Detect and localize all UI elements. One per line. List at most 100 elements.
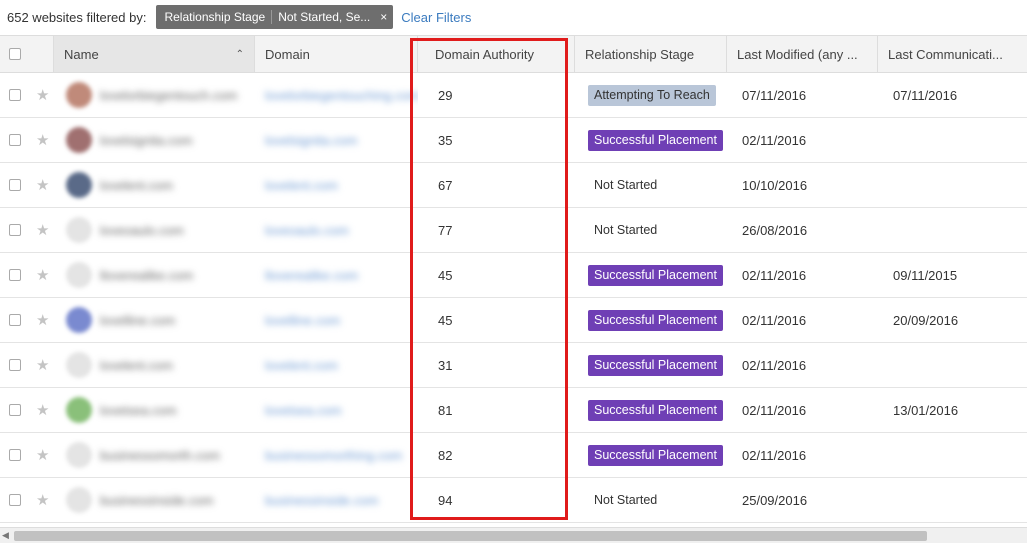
last-communication-value: 20/09/2016 <box>893 312 959 328</box>
column-header-last-modified[interactable]: Last Modified (any ... <box>727 36 878 72</box>
domain-link[interactable]: lovetsea.com <box>265 403 342 418</box>
relationship-stage-cell[interactable]: Not Started <box>575 208 727 252</box>
star-icon[interactable]: ★ <box>36 446 49 464</box>
select-all-checkbox[interactable] <box>9 48 21 60</box>
star-icon[interactable]: ★ <box>36 401 49 419</box>
last-modified-value: 02/11/2016 <box>742 132 807 148</box>
relationship-stage-cell[interactable]: Successful Placement <box>575 253 727 297</box>
website-name-cell[interactable]: lovetsea.com <box>54 388 255 432</box>
column-header-domain[interactable]: Domain <box>255 36 418 72</box>
column-header-name[interactable]: Name ⌃ <box>54 36 255 72</box>
table-row[interactable]: ★ loveoaulo.com loveoaulo.com 77 Not Sta… <box>0 208 1027 253</box>
table-row[interactable]: ★ lovelent.com lovelent.com 67 Not Start… <box>0 163 1027 208</box>
website-name-cell[interactable]: lovelsignita.com <box>54 118 255 162</box>
star-icon[interactable]: ★ <box>36 86 49 104</box>
scrollbar-thumb[interactable] <box>14 531 927 541</box>
domain-link[interactable]: lovelsignita.com <box>265 133 358 148</box>
star-icon[interactable]: ★ <box>36 311 49 329</box>
table-row[interactable]: ★ businessinside.com businessinside.com … <box>0 478 1027 523</box>
star-icon[interactable]: ★ <box>36 266 49 284</box>
domain-link[interactable]: businessomorthing.com <box>265 448 402 463</box>
table-row[interactable]: ★ lovelent.com lovelent.com 31 Successfu… <box>0 343 1027 388</box>
star-icon[interactable]: ★ <box>36 176 49 194</box>
last-communication-cell <box>878 478 1027 522</box>
table-row[interactable]: ★ businessomorth.com businessomorthing.c… <box>0 433 1027 478</box>
filter-chip-value: Not Started, Se... <box>278 10 371 24</box>
domain-link[interactable]: lovelent.com <box>265 178 338 193</box>
website-name-cell[interactable]: lloverealike.com <box>54 253 255 297</box>
website-name-cell[interactable]: lovelorbiegentouch.com <box>54 73 255 117</box>
row-checkbox[interactable] <box>9 314 21 326</box>
table-row[interactable]: ★ lovelline.com lovelline.com 45 Success… <box>0 298 1027 343</box>
row-checkbox[interactable] <box>9 359 21 371</box>
filter-chip-field: Relationship Stage <box>164 10 266 24</box>
column-header-relationship-stage[interactable]: Relationship Stage <box>575 36 727 72</box>
website-name-cell[interactable]: businessinside.com <box>54 478 255 522</box>
website-name: lovelent.com <box>100 357 173 373</box>
website-name-cell[interactable]: businessomorth.com <box>54 433 255 477</box>
relationship-stage-cell[interactable]: Attempting To Reach <box>575 73 727 117</box>
avatar <box>66 442 92 468</box>
last-modified-cell: 02/11/2016 <box>727 433 878 477</box>
close-icon[interactable]: × <box>380 10 387 24</box>
status-badge: Successful Placement <box>588 354 723 376</box>
row-checkbox[interactable] <box>9 269 21 281</box>
relationship-stage-cell[interactable]: Not Started <box>575 163 727 207</box>
website-name-cell[interactable]: lovelline.com <box>54 298 255 342</box>
column-label-relationship-stage: Relationship Stage <box>585 46 695 62</box>
column-header-domain-authority[interactable]: Domain Authority <box>418 36 575 72</box>
status-badge: Not Started <box>594 492 658 507</box>
website-name-cell[interactable]: lovelent.com <box>54 343 255 387</box>
relationship-stage-cell[interactable]: Successful Placement <box>575 388 727 432</box>
relationship-stage-cell[interactable]: Successful Placement <box>575 343 727 387</box>
star-icon[interactable]: ★ <box>36 356 49 374</box>
domain-link[interactable]: lovelorbiegentouching.com <box>265 88 418 103</box>
chip-divider <box>271 10 273 24</box>
horizontal-scrollbar[interactable]: ◀ <box>0 527 1027 543</box>
domain-link[interactable]: lloverealike.com <box>265 268 358 283</box>
domain-authority-cell: 82 <box>418 433 575 477</box>
website-name: lovelsignita.com <box>100 132 193 148</box>
table-row[interactable]: ★ lloverealike.com lloverealike.com 45 S… <box>0 253 1027 298</box>
column-label-last-modified: Last Modified (any ... <box>737 46 858 62</box>
domain-link[interactable]: lovelline.com <box>265 313 340 328</box>
row-checkbox[interactable] <box>9 449 21 461</box>
row-checkbox[interactable] <box>9 224 21 236</box>
domain-link[interactable]: loveoaulo.com <box>265 223 349 238</box>
column-label-domain: Domain <box>265 46 310 62</box>
last-modified-cell: 07/11/2016 <box>727 73 878 117</box>
scroll-left-icon[interactable]: ◀ <box>2 530 9 541</box>
relationship-stage-cell[interactable]: Successful Placement <box>575 298 727 342</box>
last-modified-value: 26/08/2016 <box>742 222 808 238</box>
column-header-last-communication[interactable]: Last Communicati... <box>878 36 1027 72</box>
last-modified-cell: 02/11/2016 <box>727 298 878 342</box>
clear-filters-link[interactable]: Clear Filters <box>401 10 471 25</box>
star-icon[interactable]: ★ <box>36 131 49 149</box>
row-checkbox[interactable] <box>9 89 21 101</box>
star-icon[interactable]: ★ <box>36 221 49 239</box>
row-select <box>0 253 30 297</box>
relationship-stage-cell[interactable]: Successful Placement <box>575 433 727 477</box>
row-checkbox[interactable] <box>9 179 21 191</box>
row-checkbox[interactable] <box>9 404 21 416</box>
row-checkbox[interactable] <box>9 134 21 146</box>
row-select <box>0 343 30 387</box>
domain-authority-value: 82 <box>438 447 453 463</box>
domain-link[interactable]: businessinside.com <box>265 493 378 508</box>
table-row[interactable]: ★ lovetsea.com lovetsea.com 81 Successfu… <box>0 388 1027 433</box>
table-row[interactable]: ★ lovelorbiegentouch.com lovelorbiegento… <box>0 73 1027 118</box>
website-name-cell[interactable]: lovelent.com <box>54 163 255 207</box>
star-icon[interactable]: ★ <box>36 491 49 509</box>
column-label-last-communication: Last Communicati... <box>888 46 1003 62</box>
row-checkbox[interactable] <box>9 494 21 506</box>
table-row[interactable]: ★ lovelsignita.com lovelsignita.com 35 S… <box>0 118 1027 163</box>
domain-link[interactable]: lovelent.com <box>265 358 338 373</box>
filter-chip-relationship-stage[interactable]: Relationship Stage Not Started, Se... × <box>156 5 394 29</box>
website-name-cell[interactable]: loveoaulo.com <box>54 208 255 252</box>
domain-authority-cell: 31 <box>418 343 575 387</box>
relationship-stage-cell[interactable]: Not Started <box>575 478 727 522</box>
domain-authority-value: 67 <box>438 177 453 193</box>
status-badge: Successful Placement <box>588 444 723 466</box>
website-name: lovelorbiegentouch.com <box>100 87 238 103</box>
relationship-stage-cell[interactable]: Successful Placement <box>575 118 727 162</box>
